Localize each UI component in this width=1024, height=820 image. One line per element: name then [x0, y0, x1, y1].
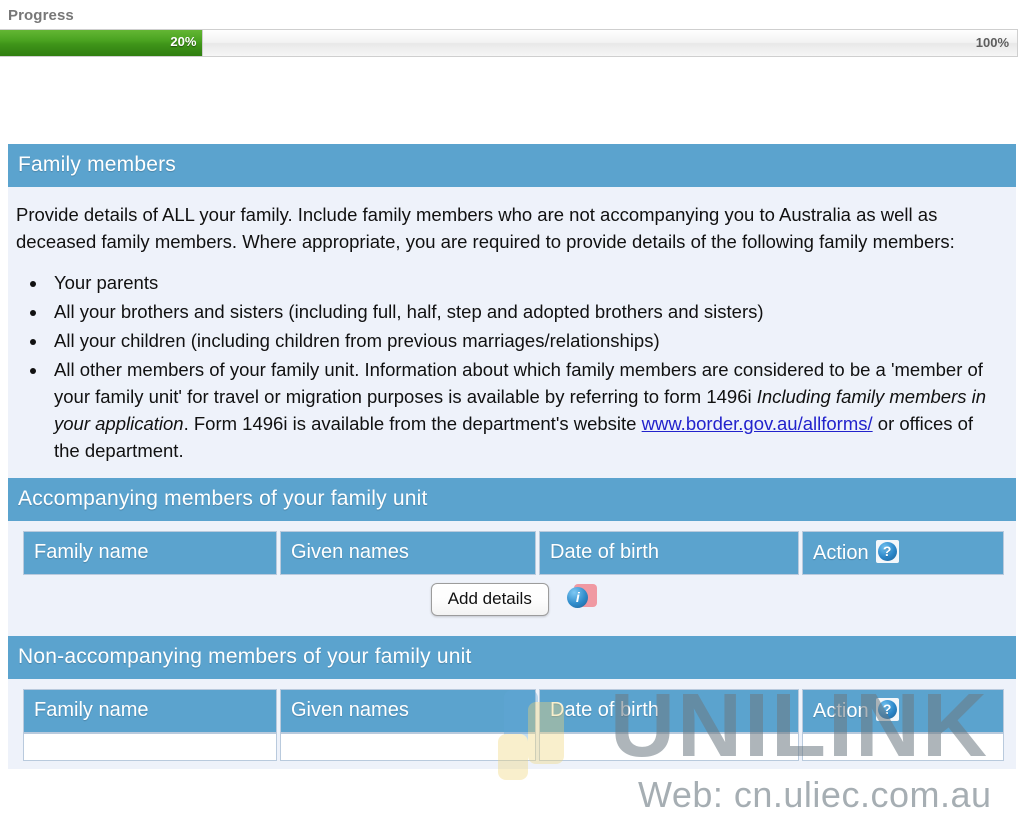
border-gov-au-allforms-link[interactable]: www.border.gov.au/allforms/: [642, 413, 873, 434]
column-header-family-name: Family name: [23, 689, 277, 733]
column-header-given-names: Given names: [280, 531, 536, 575]
progress-bar-fill: 20%: [0, 30, 204, 56]
table-row: [23, 733, 1004, 761]
question-mark-help-icon[interactable]: [875, 698, 899, 721]
intro-paragraph: Provide details of ALL your family. Incl…: [16, 204, 955, 252]
table-header-row: Family name Given names Date of birth Ac…: [23, 689, 1004, 733]
family-members-bullet-list: Your parents All your brothers and siste…: [16, 269, 1004, 464]
progress-label: Progress: [8, 7, 74, 24]
family-members-section-header: Family members: [8, 144, 1016, 187]
bullet-text-part2: . Form 1496i is available from the depar…: [183, 413, 642, 434]
column-header-given-names: Given names: [280, 689, 536, 733]
cell-given-names: [280, 733, 536, 761]
cell-date-of-birth: [539, 733, 799, 761]
table-header-row: Family name Given names Date of birth Ac…: [23, 531, 1004, 575]
list-item: Your parents: [48, 269, 1004, 296]
progress-section: Progress 20% 100%: [0, 0, 1024, 57]
question-mark-help-icon[interactable]: [875, 540, 899, 563]
intro-block: Provide details of ALL your family. Incl…: [8, 187, 1016, 478]
column-header-action-label: Action: [813, 700, 869, 722]
accompanying-section-header: Accompanying members of your family unit: [8, 478, 1016, 521]
column-header-family-name: Family name: [23, 531, 277, 575]
non-accompanying-members-table: Family name Given names Date of birth Ac…: [20, 689, 1007, 761]
watermark-url: Web: cn.uliec.com.au: [638, 774, 992, 815]
accompanying-table-block: Family name Given names Date of birth Ac…: [8, 521, 1016, 636]
column-header-date-of-birth: Date of birth: [539, 531, 799, 575]
cell-family-name: [23, 733, 277, 761]
progress-current-value: 20%: [170, 34, 197, 49]
add-details-row: Add details i: [20, 575, 1004, 628]
cell-action: [802, 733, 1004, 761]
list-item: All your brothers and sisters (including…: [48, 298, 1004, 325]
progress-max-value: 100%: [975, 35, 1009, 50]
add-details-button[interactable]: Add details: [430, 583, 549, 616]
column-header-action: Action: [802, 531, 1004, 575]
list-item: All other members of your family unit. I…: [48, 356, 1004, 464]
non-accompanying-table-block: Family name Given names Date of birth Ac…: [8, 679, 1016, 769]
progress-bar: 20% 100%: [0, 29, 1018, 57]
column-header-date-of-birth: Date of birth: [539, 689, 799, 733]
info-icon[interactable]: i: [567, 584, 598, 610]
non-accompanying-section-header: Non-accompanying members of your family …: [8, 636, 1016, 679]
accompanying-members-table: Family name Given names Date of birth Ac…: [20, 531, 1007, 575]
family-members-panel: Family members Provide details of ALL yo…: [8, 144, 1016, 769]
column-header-action-label: Action: [813, 542, 869, 564]
list-item: All your children (including children fr…: [48, 327, 1004, 354]
column-header-action: Action: [802, 689, 1004, 733]
